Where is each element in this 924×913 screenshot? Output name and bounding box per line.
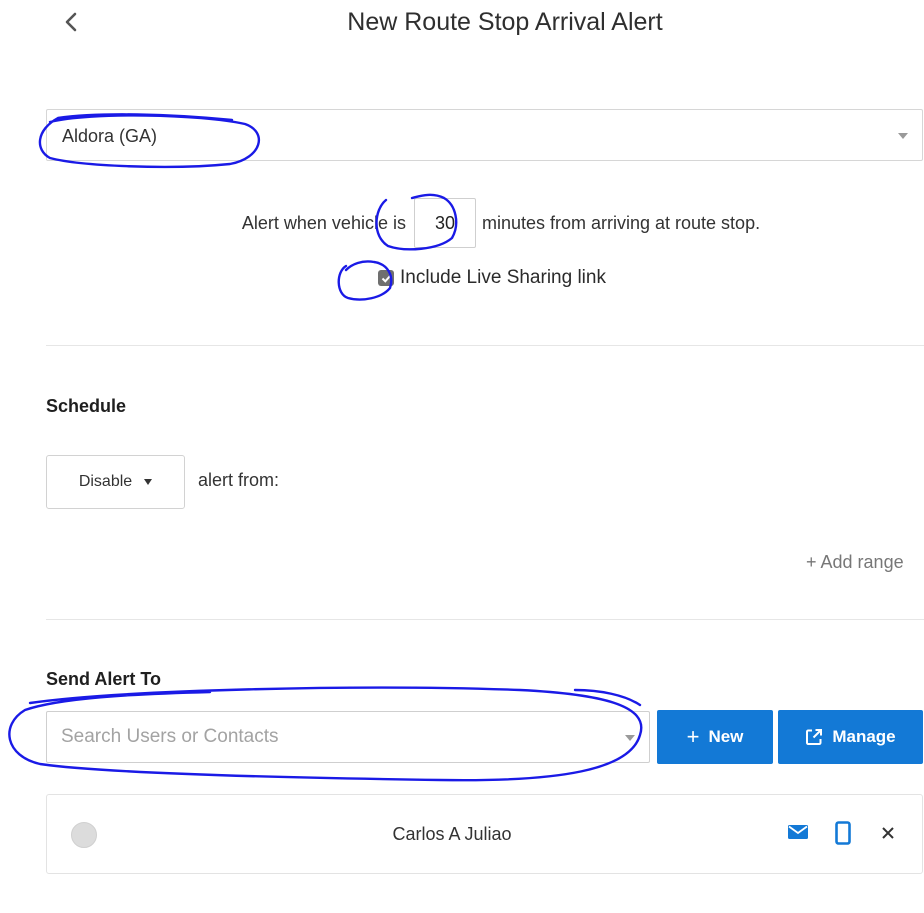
section-divider [46,619,924,620]
send-alert-title: Send Alert To [46,669,162,689]
checkmark-icon [381,274,391,283]
annotation-stroke-search [573,688,642,707]
remove-recipient-icon[interactable] [878,821,898,845]
recipient-name: Carlos A Juliao [392,824,512,844]
section-divider [46,345,924,346]
alert-rule: Alert when vehicle is 30 minutes from ar… [0,198,924,248]
plus-icon: + [686,724,700,749]
live-sharing-checkbox[interactable] [378,270,395,286]
alert-rule-prefix: Alert when vehicle is [241,212,406,233]
recipient-row: Carlos A Juliao [46,794,923,874]
chevron-down-icon [625,735,635,741]
mobile-phone-icon[interactable] [835,821,851,845]
new-button-label: New [708,727,744,746]
route-stop-value: Aldora (GA) [62,126,158,146]
live-sharing-option: Include Live Sharing link [0,263,924,293]
new-contact-button[interactable]: + New [657,710,773,764]
email-icon[interactable] [787,823,809,841]
alert-rule-suffix: minutes from arriving at route stop. [481,212,761,233]
schedule-title: Schedule [46,396,127,416]
chevron-left-icon [65,12,77,32]
page-title: New Route Stop Arrival Alert [347,8,663,36]
route-stop-select[interactable]: Aldora (GA) [46,109,923,161]
manage-button-label: Manage [832,727,896,746]
chevron-down-icon [898,133,908,139]
recipient-search [46,711,650,763]
minutes-value: 30 [434,212,455,233]
back-button[interactable] [56,6,86,38]
live-sharing-label: Include Live Sharing link [400,267,606,288]
schedule-mode-value: Disable [78,473,133,490]
add-range-link[interactable]: + Add range [806,552,904,573]
minutes-input[interactable]: 30 [413,198,476,248]
caret-down-icon [144,479,153,485]
alert-from-label: alert from: [198,470,280,490]
external-link-icon [806,729,823,745]
recipient-search-input[interactable] [61,712,601,762]
schedule-mode-dropdown[interactable]: Disable [46,455,185,509]
manage-contacts-button[interactable]: Manage [778,710,923,764]
